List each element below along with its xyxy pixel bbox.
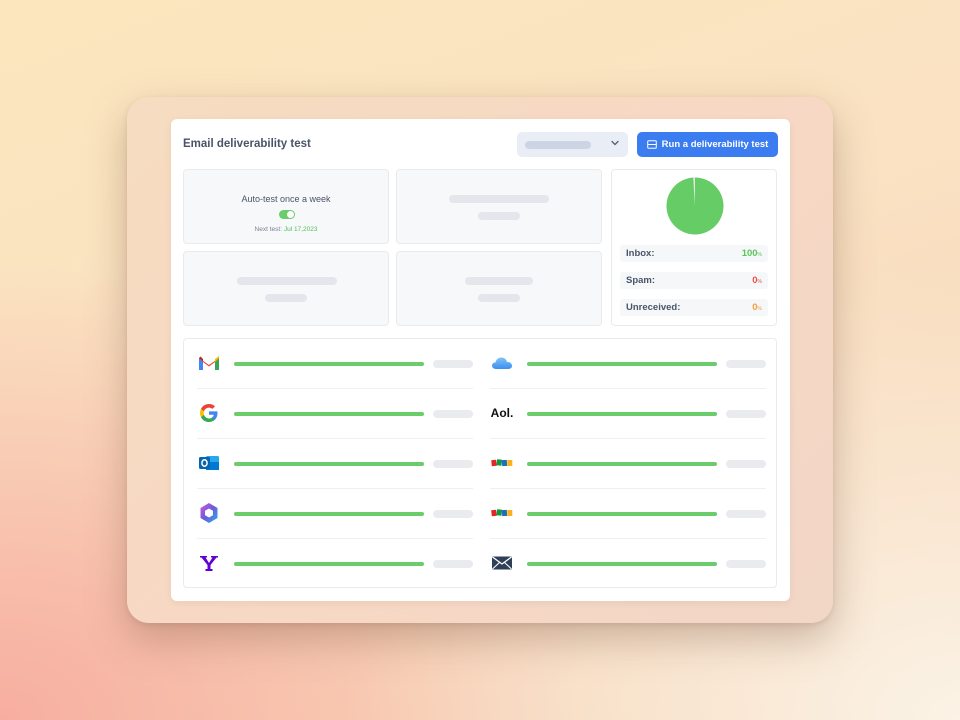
- skeleton-bar: [449, 195, 549, 203]
- provider-row-gmail: [197, 339, 473, 389]
- yahoo-icon: [197, 551, 221, 575]
- provider-skeleton-pill: [726, 360, 766, 368]
- auto-test-label: Auto-test once a week: [241, 194, 331, 204]
- next-test-prefix: Next test:: [254, 226, 283, 233]
- unreceived-unit: %: [757, 306, 762, 312]
- skeleton-bar: [237, 277, 337, 285]
- run-button-label: Run a deliverability test: [661, 139, 769, 150]
- provider-row-icloud: [490, 339, 766, 389]
- outlook-icon: [197, 451, 221, 475]
- microsoft365-icon: [197, 501, 221, 525]
- provider-row-aol: Aol.: [490, 389, 766, 439]
- run-deliverability-test-button[interactable]: Run a deliverability test: [637, 132, 778, 157]
- provider-skeleton-pill: [433, 460, 473, 468]
- provider-progress-bar: [527, 512, 717, 516]
- provider-progress-bar: [234, 412, 424, 416]
- skeleton-bar: [265, 294, 307, 302]
- loading-tile: [396, 251, 602, 326]
- next-test-text: Next test: Jul 17,2023: [184, 226, 388, 233]
- test-icon: [646, 140, 657, 149]
- auto-test-tile: Auto-test once a week Next test: Jul 17,…: [183, 169, 389, 244]
- loading-tile: [396, 169, 602, 244]
- inbox-label: Inbox:: [626, 248, 655, 259]
- stat-row-spam: Spam: 0%: [620, 272, 768, 289]
- inbox-value-wrap: 100%: [742, 248, 762, 259]
- auto-test-toggle[interactable]: [279, 210, 295, 219]
- provider-skeleton-pill: [433, 360, 473, 368]
- spam-unit: %: [757, 279, 762, 285]
- provider-row-google: [197, 389, 473, 439]
- results-pie-chart: [666, 177, 724, 235]
- provider-progress-bar: [527, 362, 717, 366]
- loading-tile: [183, 251, 389, 326]
- aol-icon: Aol.: [488, 401, 516, 425]
- provider-progress-bar: [234, 362, 424, 366]
- provider-progress-bar: [234, 562, 424, 566]
- provider-row-zoho: [490, 439, 766, 489]
- spam-label: Spam:: [626, 275, 656, 286]
- provider-progress-bar: [527, 412, 717, 416]
- provider-skeleton-pill: [433, 510, 473, 518]
- unreceived-label: Unreceived:: [626, 302, 681, 313]
- mailbox-select[interactable]: [517, 132, 628, 157]
- stat-row-inbox: Inbox: 100%: [620, 245, 768, 262]
- inbox-unit: %: [757, 252, 762, 258]
- provider-progress-bar: [234, 512, 424, 516]
- unreceived-value-wrap: 0%: [752, 302, 762, 313]
- skeleton-bar: [478, 294, 520, 302]
- icloud-icon: [490, 351, 514, 375]
- provider-skeleton-pill: [726, 560, 766, 568]
- provider-row-zoho: [490, 489, 766, 539]
- provider-row-yahoo: [197, 539, 473, 589]
- provider-progress-bar: [527, 562, 717, 566]
- envelope-icon: [490, 551, 514, 575]
- provider-skeleton-pill: [433, 560, 473, 568]
- skeleton-bar: [478, 212, 520, 220]
- page-title: Email deliverability test: [183, 138, 311, 150]
- aol-logo-text: Aol.: [490, 406, 514, 420]
- select-placeholder-skeleton: [525, 141, 591, 149]
- inbox-value: 100: [741, 248, 758, 259]
- skeleton-bar: [465, 277, 533, 285]
- chevron-down-icon: [611, 140, 619, 146]
- pie-slice-inbox: [666, 177, 724, 235]
- zoho-icon: [490, 451, 514, 475]
- provider-skeleton-pill: [726, 460, 766, 468]
- next-test-date: Jul 17,2023: [283, 226, 318, 233]
- google-icon: [197, 401, 221, 425]
- results-card: Inbox: 100% Spam: 0% Unreceived: 0%: [611, 169, 777, 326]
- spam-value-wrap: 0%: [752, 275, 762, 286]
- provider-progress-bar: [527, 462, 717, 466]
- provider-progress-bar: [234, 462, 424, 466]
- gmail-icon: [197, 351, 221, 375]
- provider-skeleton-pill: [726, 510, 766, 518]
- zoho-icon: [490, 501, 514, 525]
- provider-row-outlook: [197, 439, 473, 489]
- provider-skeleton-pill: [433, 410, 473, 418]
- provider-skeleton-pill: [726, 410, 766, 418]
- provider-results-list: Aol.: [183, 338, 777, 588]
- stat-row-unreceived: Unreceived: 0%: [620, 299, 768, 316]
- provider-row-microsoft365: [197, 489, 473, 539]
- provider-row-other-mail: [490, 539, 766, 589]
